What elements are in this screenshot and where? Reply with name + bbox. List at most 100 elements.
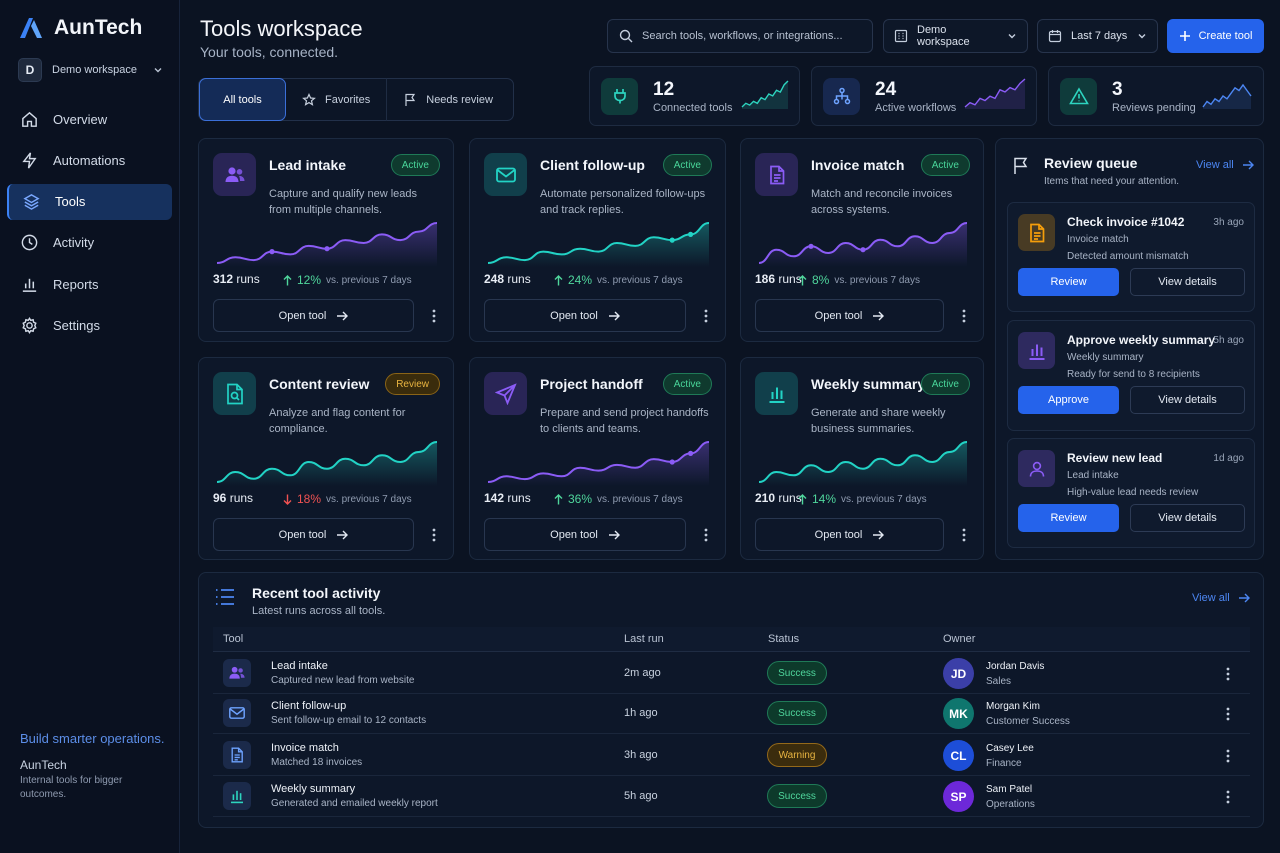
row-owner-name: Morgan Kim — [986, 701, 1040, 712]
table-row[interactable]: Lead intake Captured new lead from websi… — [213, 653, 1250, 694]
workspace-name: Demo workspace — [52, 64, 137, 76]
review-item-time: 1d ago — [1213, 453, 1244, 464]
document-icon — [768, 165, 786, 185]
table-row[interactable]: Client follow-up Sent follow-up email to… — [213, 693, 1250, 734]
open-tool-button[interactable]: Open tool — [484, 299, 686, 332]
tab-favorites[interactable]: Favorites — [286, 78, 388, 121]
delta-percent: 14% — [812, 492, 837, 506]
promo-subtitle: Internal tools for bigger outcomes. — [20, 775, 123, 800]
tool-title: Invoice match — [811, 157, 905, 173]
arrow-up-icon — [554, 493, 563, 504]
review-item: Approve weekly summary 5h ago Weekly sum… — [1007, 320, 1255, 431]
open-tool-button[interactable]: Open tool — [755, 518, 944, 551]
tool-title: Weekly summary — [811, 376, 926, 392]
review-item-detail: Detected amount mismatch — [1067, 251, 1189, 262]
open-tool-button[interactable]: Open tool — [755, 299, 944, 332]
more-options-icon[interactable] — [1221, 665, 1235, 683]
arrow-down-icon — [283, 494, 292, 505]
row-icon-wrap — [223, 782, 251, 810]
workspace-select[interactable]: Demo workspace — [883, 19, 1028, 53]
bar-chart-icon — [767, 384, 787, 404]
arrow-right-icon — [608, 311, 620, 320]
tool-trend-chart — [216, 222, 438, 267]
tool-delta: 24% vs. previous 7 days — [554, 273, 683, 287]
open-tool-button[interactable]: Open tool — [213, 518, 414, 551]
sidebar-item-automations[interactable]: Automations — [7, 142, 172, 178]
more-options-icon[interactable] — [1221, 788, 1235, 806]
sidebar-item-label: Overview — [53, 111, 108, 127]
sidebar-item-overview[interactable]: Overview — [7, 101, 172, 137]
date-range-select[interactable]: Last 7 days — [1037, 19, 1158, 53]
delta-percent: 18% — [297, 492, 322, 506]
bar-chart-icon — [22, 278, 37, 292]
table-row[interactable]: Weekly summary Generated and emailed wee… — [213, 776, 1250, 817]
search-box[interactable] — [607, 19, 873, 53]
workspace-switcher[interactable]: D Demo workspace — [18, 58, 163, 82]
runs-count: 186 — [755, 272, 776, 286]
logo[interactable]: AunTech — [18, 16, 142, 40]
calendar-icon — [1048, 30, 1062, 43]
create-tool-label: Create tool — [1198, 30, 1253, 42]
activity-view-all[interactable]: View all — [1192, 592, 1250, 604]
create-tool-button[interactable]: Create tool — [1167, 19, 1264, 53]
more-options-icon[interactable] — [1221, 705, 1235, 723]
mail-icon — [228, 706, 246, 720]
filter-tabs: All tools Favorites Needs review — [198, 78, 514, 121]
review-item: Check invoice #1042 3h ago Invoice match… — [1007, 202, 1255, 312]
sidebar-item-tools[interactable]: Tools — [7, 183, 172, 220]
sidebar-item-activity[interactable]: Activity — [7, 225, 172, 261]
view-details-button[interactable]: View details — [1130, 504, 1245, 532]
more-options-icon[interactable] — [427, 526, 441, 544]
status-badge: Active — [920, 154, 970, 176]
review-queue-view-all[interactable]: View all — [1196, 159, 1254, 171]
arrow-right-icon — [1238, 593, 1250, 603]
tab-all-tools[interactable]: All tools — [199, 78, 286, 121]
review-item-time: 3h ago — [1213, 217, 1244, 228]
column-header-owner: Owner — [943, 633, 976, 645]
more-options-icon[interactable] — [957, 526, 971, 544]
open-tool-label: Open tool — [550, 309, 598, 322]
more-options-icon[interactable] — [699, 307, 713, 325]
bar-chart-icon — [229, 788, 245, 804]
search-input[interactable] — [642, 30, 862, 42]
stat-label: Connected tools — [653, 101, 733, 114]
row-owner-role: Operations — [986, 799, 1035, 810]
tool-card-weekly-summary: Weekly summary Active Generate and share… — [740, 357, 984, 560]
view-details-button[interactable]: View details — [1130, 268, 1245, 296]
open-tool-button[interactable]: Open tool — [484, 518, 686, 551]
more-options-icon[interactable] — [699, 526, 713, 544]
tab-needs-review[interactable]: Needs review — [387, 78, 509, 121]
tool-title: Project handoff — [540, 376, 643, 392]
sidebar-item-reports[interactable]: Reports — [7, 266, 172, 302]
delta-percent: 24% — [568, 273, 593, 287]
open-tool-button[interactable]: Open tool — [213, 299, 414, 332]
open-tool-label: Open tool — [278, 528, 327, 541]
arrow-right-icon — [337, 530, 349, 539]
review-item-time: 5h ago — [1213, 335, 1244, 346]
table-row[interactable]: Invoice match Matched 18 invoices 3h ago… — [213, 735, 1250, 776]
review-item-category: Weekly summary — [1067, 352, 1144, 363]
tool-trend-chart — [487, 222, 710, 267]
more-options-icon[interactable] — [1221, 747, 1235, 765]
sidebar-item-settings[interactable]: Settings — [7, 307, 172, 343]
row-owner-role: Finance — [986, 758, 1022, 769]
runs-label: runs — [229, 491, 254, 505]
search-icon — [619, 29, 633, 43]
tool-icon-wrap — [755, 372, 798, 415]
approve-button[interactable]: Approve — [1018, 386, 1119, 414]
users-icon — [228, 665, 246, 681]
row-last-run: 5h ago — [624, 790, 658, 802]
arrow-right-icon — [873, 530, 885, 539]
promo-brand: AunTech — [20, 758, 67, 772]
review-button[interactable]: Review — [1018, 504, 1119, 532]
review-item-category: Lead intake — [1067, 470, 1119, 481]
review-button[interactable]: Review — [1018, 268, 1119, 296]
row-owner-name: Casey Lee — [986, 743, 1034, 754]
more-options-icon[interactable] — [957, 307, 971, 325]
brand-logo-icon — [20, 18, 42, 38]
view-details-button[interactable]: View details — [1130, 386, 1245, 414]
row-status-badge: Success — [767, 784, 827, 808]
runs-count: 210 — [755, 491, 776, 505]
status-badge: Active — [662, 373, 712, 395]
more-options-icon[interactable] — [427, 307, 441, 325]
